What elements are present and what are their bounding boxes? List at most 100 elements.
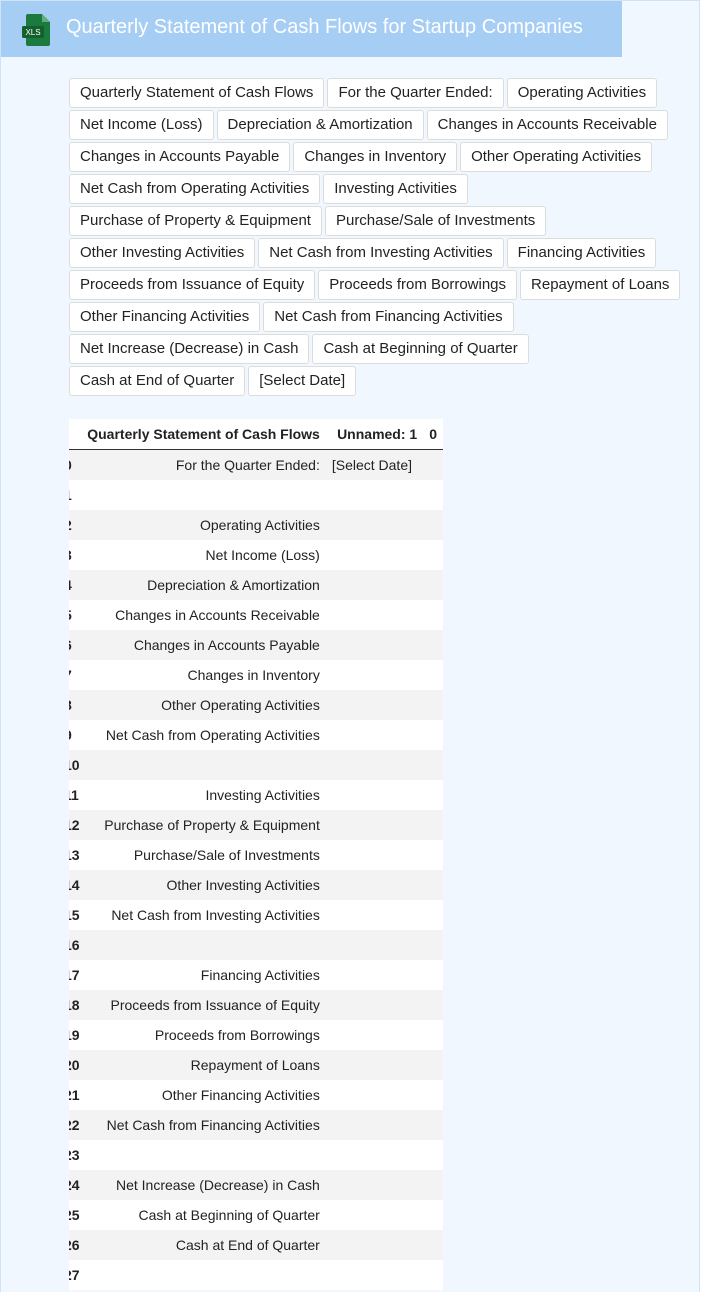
row-value <box>325 570 424 600</box>
row-label: Changes in Inventory <box>79 660 326 690</box>
row-extra <box>423 990 443 1020</box>
row-index: 26 <box>69 1230 80 1260</box>
row-value <box>325 1050 424 1080</box>
row-value <box>325 1140 424 1170</box>
row-label: Purchase of Property & Equipment <box>79 810 326 840</box>
column-chip[interactable]: Other Financing Activities <box>69 302 261 332</box>
column-chip[interactable]: Net Income (Loss) <box>69 110 214 140</box>
excel-file-icon: XLS <box>22 14 50 46</box>
row-value <box>325 1200 424 1230</box>
row-label: Cash at Beginning of Quarter <box>79 1200 326 1230</box>
row-extra <box>423 870 443 900</box>
row-index: 0 <box>69 449 80 480</box>
row-extra <box>423 660 443 690</box>
row-extra <box>423 720 443 750</box>
row-label: Depreciation & Amortization <box>79 570 326 600</box>
column-chip[interactable]: Cash at End of Quarter <box>69 366 246 396</box>
row-label: Net Cash from Financing Activities <box>79 1110 326 1140</box>
table-row: 2Operating Activities <box>69 510 443 540</box>
column-chip[interactable]: For the Quarter Ended: <box>327 78 504 108</box>
row-index: 16 <box>69 930 80 960</box>
table-row: 19Proceeds from Borrowings <box>69 1020 443 1050</box>
row-extra <box>423 449 443 480</box>
column-chip[interactable]: [Select Date] <box>248 366 357 396</box>
row-index: 7 <box>69 660 80 690</box>
row-label: Net Increase (Decrease) in Cash <box>79 1170 326 1200</box>
column-chip[interactable]: Other Operating Activities <box>460 142 653 172</box>
table-header-row: Quarterly Statement of Cash Flows Unname… <box>69 419 443 450</box>
column-chip[interactable]: Proceeds from Borrowings <box>318 270 518 300</box>
row-index: 17 <box>69 960 80 990</box>
row-value <box>325 960 424 990</box>
table-row: 27 <box>69 1260 443 1290</box>
column-chip[interactable]: Net Cash from Financing Activities <box>263 302 514 332</box>
file-badge-text: XLS <box>25 28 40 37</box>
column-chip[interactable]: Purchase/Sale of Investments <box>324 206 547 236</box>
row-label: Operating Activities <box>79 510 326 540</box>
row-index: 25 <box>69 1200 80 1230</box>
row-value <box>325 810 424 840</box>
row-value <box>325 1080 424 1110</box>
row-label: Purchase/Sale of Investments <box>79 840 326 870</box>
row-label: Other Financing Activities <box>79 1080 326 1110</box>
table-row: 24Net Increase (Decrease) in Cash <box>69 1170 443 1200</box>
column-chip[interactable]: Changes in Accounts Payable <box>69 142 291 172</box>
row-index: 23 <box>69 1140 80 1170</box>
column-chip[interactable]: Depreciation & Amortization <box>216 110 424 140</box>
row-value <box>325 1230 424 1260</box>
column-chip[interactable]: Changes in Inventory <box>293 142 458 172</box>
row-value <box>325 480 424 510</box>
column-chip[interactable]: Changes in Accounts Receivable <box>426 110 668 140</box>
column-chip[interactable]: Net Cash from Investing Activities <box>258 238 504 268</box>
row-extra <box>423 840 443 870</box>
row-label: Proceeds from Borrowings <box>79 1020 326 1050</box>
row-value: [Select Date] <box>325 449 424 480</box>
row-value <box>325 660 424 690</box>
row-value <box>325 1110 424 1140</box>
row-extra <box>423 600 443 630</box>
column-chip[interactable]: Quarterly Statement of Cash Flows <box>69 78 325 108</box>
row-label: For the Quarter Ended: <box>79 449 326 480</box>
column-chip[interactable]: Financing Activities <box>506 238 657 268</box>
row-value <box>325 930 424 960</box>
row-index: 11 <box>69 780 80 810</box>
row-label: Proceeds from Issuance of Equity <box>79 990 326 1020</box>
row-extra <box>423 780 443 810</box>
table-row: 0For the Quarter Ended:[Select Date] <box>69 449 443 480</box>
row-index: 6 <box>69 630 80 660</box>
column-chip[interactable]: Investing Activities <box>323 174 468 204</box>
row-value <box>325 900 424 930</box>
row-value <box>325 510 424 540</box>
row-value <box>325 990 424 1020</box>
table-row: 12Purchase of Property & Equipment <box>69 810 443 840</box>
row-label: Net Income (Loss) <box>79 540 326 570</box>
table-header-index <box>69 419 80 450</box>
row-index: 8 <box>69 690 80 720</box>
table-row: 7Changes in Inventory <box>69 660 443 690</box>
column-chip[interactable]: Net Cash from Operating Activities <box>69 174 321 204</box>
column-chip[interactable]: Other Investing Activities <box>69 238 256 268</box>
row-index: 22 <box>69 1110 80 1140</box>
row-label: Changes in Accounts Receivable <box>79 600 326 630</box>
row-value <box>325 840 424 870</box>
row-value <box>325 750 424 780</box>
column-chip[interactable]: Cash at Beginning of Quarter <box>312 334 529 364</box>
column-chip[interactable]: Repayment of Loans <box>520 270 681 300</box>
column-chip[interactable]: Operating Activities <box>506 78 658 108</box>
row-value <box>325 720 424 750</box>
column-chip[interactable]: Purchase of Property & Equipment <box>69 206 322 236</box>
row-label: Cash at End of Quarter <box>79 1230 326 1260</box>
row-index: 20 <box>69 1050 80 1080</box>
row-label: Other Investing Activities <box>79 870 326 900</box>
row-label: Investing Activities <box>79 780 326 810</box>
table-row: 13Purchase/Sale of Investments <box>69 840 443 870</box>
row-extra <box>423 1170 443 1200</box>
table-row: 18Proceeds from Issuance of Equity <box>69 990 443 1020</box>
column-chip[interactable]: Net Increase (Decrease) in Cash <box>69 334 310 364</box>
page: XLS Quarterly Statement of Cash Flows fo… <box>0 0 700 1292</box>
row-label: Net Cash from Operating Activities <box>79 720 326 750</box>
table-row: 10 <box>69 750 443 780</box>
column-chip[interactable]: Proceeds from Issuance of Equity <box>69 270 316 300</box>
row-value <box>325 1260 424 1290</box>
row-extra <box>423 750 443 780</box>
